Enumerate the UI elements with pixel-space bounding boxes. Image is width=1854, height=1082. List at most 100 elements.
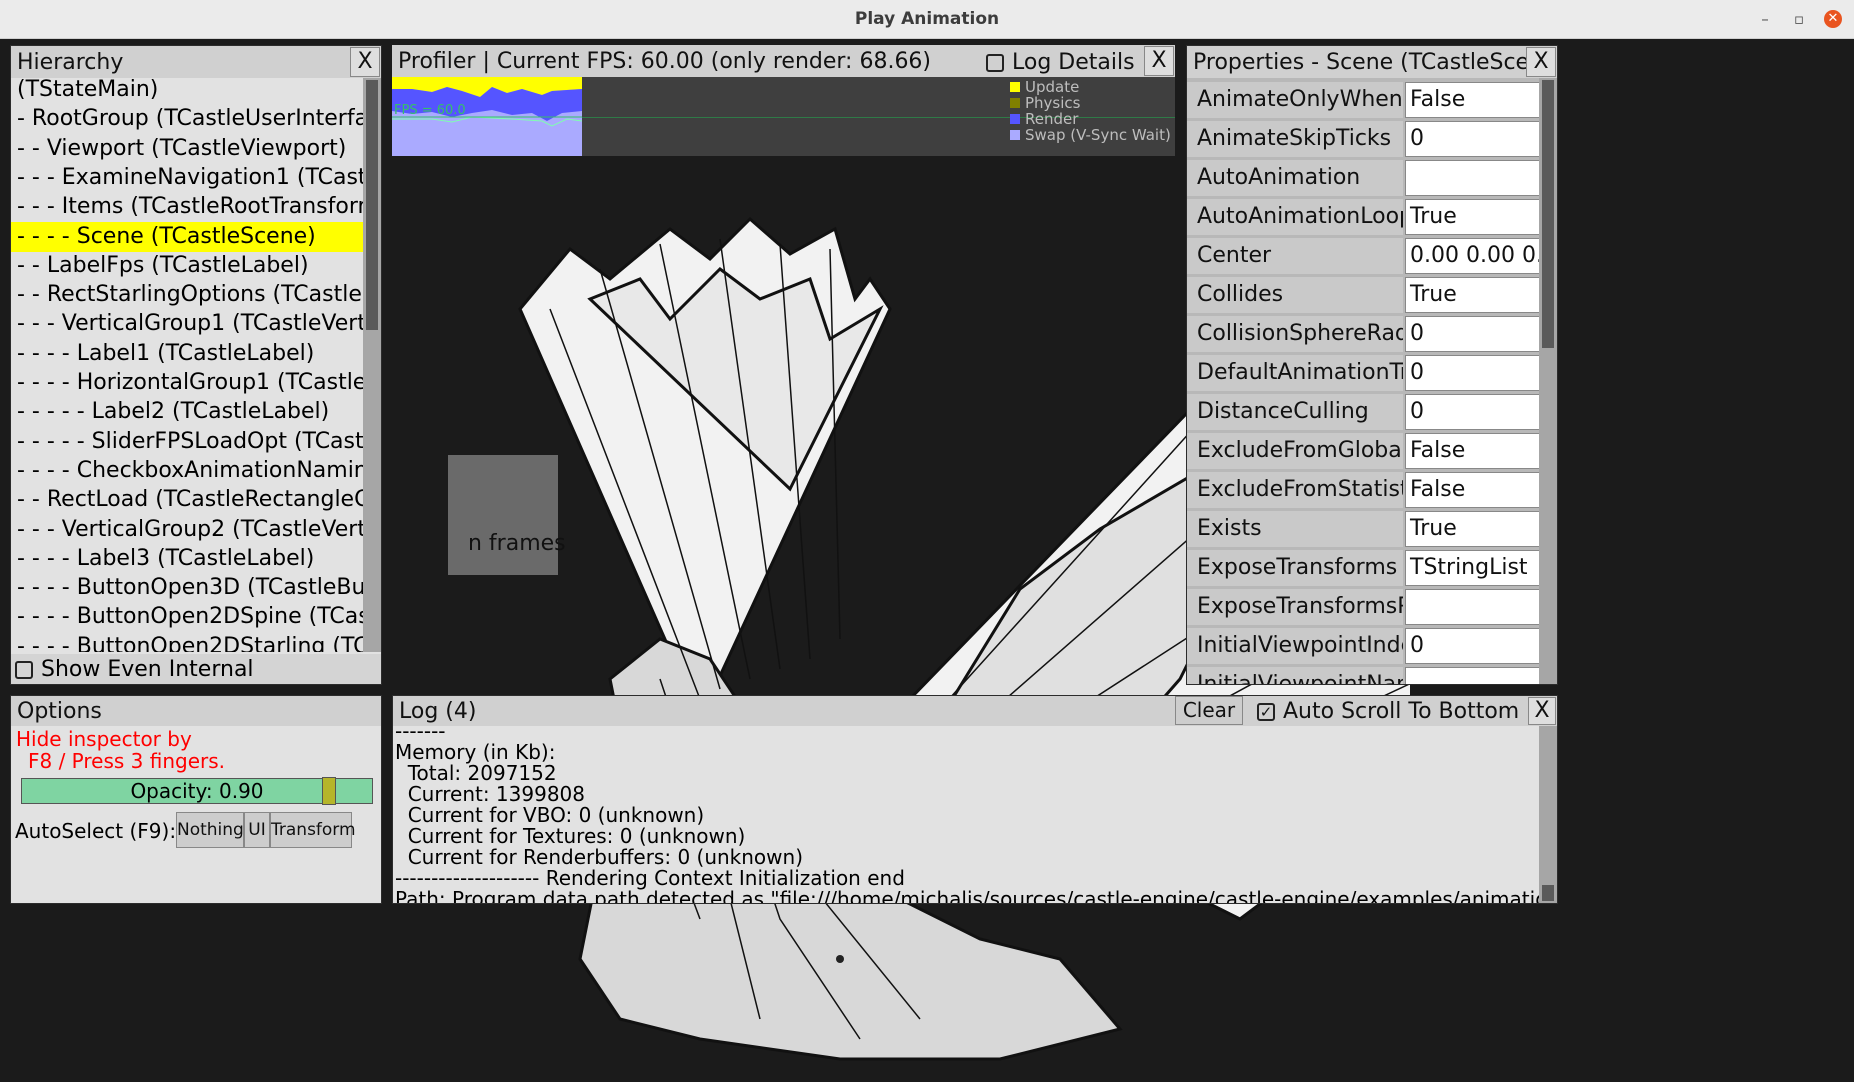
properties-list: AnimateOnlyWhenVisibleFalseAnimateSkipTi… xyxy=(1187,78,1539,684)
hierarchy-title: Hierarchy xyxy=(17,50,124,75)
properties-close-button[interactable]: X xyxy=(1526,47,1556,77)
property-value-field[interactable]: 0 xyxy=(1405,394,1539,430)
log-line: Path: Program data path detected as "fil… xyxy=(395,887,1539,903)
auto-scroll-label: Auto Scroll To Bottom xyxy=(1283,699,1520,724)
maximize-icon[interactable]: ▫ xyxy=(1790,10,1808,28)
property-name: InitialViewpointName xyxy=(1187,667,1403,684)
legend-entry: Render xyxy=(1010,111,1078,127)
property-name: Center xyxy=(1187,238,1403,274)
property-name: ExposeTransforms xyxy=(1187,550,1403,586)
properties-title: Properties - Scene (TCastleScene) xyxy=(1193,50,1558,75)
log-line: -------------------- Rendering Context I… xyxy=(395,866,905,890)
property-value-field[interactable]: False xyxy=(1405,433,1539,469)
options-body: Hide inspector by F8 / Press 3 fingers. … xyxy=(11,726,381,903)
opacity-slider-thumb[interactable] xyxy=(322,777,337,805)
hierarchy-item[interactable]: - - RectLoad (TCastleRectangleControl) xyxy=(11,485,363,515)
opacity-label: Opacity: 0.90 xyxy=(130,779,264,803)
window-title: Play Animation xyxy=(854,9,1000,29)
profiler-graph: FPS = 60.0 xyxy=(392,77,582,156)
log-line: Current for VBO: 0 (unknown) xyxy=(395,803,705,827)
hint-line-1: Hide inspector by xyxy=(16,727,192,751)
hierarchy-item[interactable]: - - - - ButtonOpen2DStarling (TCastleBut… xyxy=(11,632,363,652)
property-name: Collides xyxy=(1187,277,1403,313)
property-value-field[interactable]: 0 xyxy=(1405,628,1539,664)
property-value-field[interactable]: 0.00 0.00 0.00 xyxy=(1405,238,1539,274)
property-value-field[interactable]: 0 xyxy=(1405,316,1539,352)
profiler-close-button[interactable]: X xyxy=(1144,46,1174,76)
hierarchy-item[interactable]: - - LabelFps (TCastleLabel) xyxy=(11,251,363,281)
properties-scroll-thumb[interactable] xyxy=(1542,80,1554,348)
opacity-slider[interactable]: Opacity: 0.90 xyxy=(21,777,373,805)
profiler-title: Profiler | Current FPS: 60.00 (only rend… xyxy=(398,49,932,74)
log-line: Memory (in Kb): xyxy=(395,740,556,764)
property-value-field[interactable] xyxy=(1405,160,1539,196)
log-scrollbar[interactable] xyxy=(1539,726,1557,903)
hierarchy-item[interactable]: - RootGroup (TCastleUserInterface) xyxy=(11,104,363,134)
auto-scroll-check-icon[interactable]: ✓ xyxy=(1257,703,1275,721)
minimize-icon[interactable]: – xyxy=(1756,10,1774,28)
hierarchy-item[interactable]: - - - - Label3 (TCastleLabel) xyxy=(11,544,363,574)
property-name: AutoAnimationLoop xyxy=(1187,199,1403,235)
properties-panel: Properties - Scene (TCastleScene) X Anim… xyxy=(1186,45,1558,685)
hierarchy-item[interactable]: - - - VerticalGroup1 (TCastleVerticalGro… xyxy=(11,309,363,339)
property-value-field[interactable]: False xyxy=(1405,82,1539,118)
property-value-field[interactable]: TStringList xyxy=(1405,550,1539,586)
property-name: ExcludeFromStatistics xyxy=(1187,472,1403,508)
log-scroll-thumb[interactable] xyxy=(1542,885,1554,901)
hierarchy-close-button[interactable]: X xyxy=(350,47,380,77)
hierarchy-item[interactable]: - - - - HorizontalGroup1 (TCastleHorizon… xyxy=(11,368,363,398)
property-name: AnimateOnlyWhenVisible xyxy=(1187,82,1403,118)
property-value-field[interactable]: True xyxy=(1405,511,1539,547)
log-close-button[interactable]: X xyxy=(1528,697,1556,725)
hierarchy-item[interactable]: - - Viewport (TCastleViewport) xyxy=(11,134,363,164)
properties-scrollbar[interactable] xyxy=(1539,78,1557,684)
hierarchy-item[interactable]: - - - - CheckboxAnimationNamingLoad (TCa… xyxy=(11,456,363,486)
hierarchy-item[interactable]: - - - - - Label2 (TCastleLabel) xyxy=(11,397,363,427)
autoselect-transform-button[interactable]: Transform xyxy=(270,812,356,848)
property-name: Exists xyxy=(1187,511,1403,547)
hierarchy-item[interactable]: - - - - Label1 (TCastleLabel) xyxy=(11,339,363,369)
property-value-field[interactable]: 0 xyxy=(1405,355,1539,391)
hierarchy-scrollbar[interactable] xyxy=(363,78,381,652)
profiler-panel: Profiler | Current FPS: 60.00 (only rend… xyxy=(392,45,1175,156)
hierarchy-item[interactable]: - - - VerticalGroup2 (TCastleVerticalGro… xyxy=(11,515,363,545)
hierarchy-item[interactable]: - - - - ButtonOpen3D (TCastleButton) xyxy=(11,573,363,603)
property-value-field[interactable]: True xyxy=(1405,277,1539,313)
property-value-field[interactable]: True xyxy=(1405,199,1539,235)
options-title: Options xyxy=(17,699,102,724)
log-line: Current for Renderbuffers: 0 (unknown) xyxy=(395,845,804,869)
autoselect-ui-button[interactable]: UI xyxy=(244,812,270,848)
autoselect-nothing-button[interactable]: Nothing xyxy=(176,812,244,848)
log-title: Log (4) xyxy=(399,699,477,724)
property-row: InitialViewpointName xyxy=(1187,667,1539,684)
legend-entry: Update xyxy=(1010,79,1079,95)
hierarchy-item[interactable]: - - - ExamineNavigation1 (TCastleExamine… xyxy=(11,163,363,193)
auto-scroll-checkbox[interactable]: ✓ Auto Scroll To Bottom xyxy=(1257,699,1519,724)
hierarchy-item[interactable]: - - RectStarlingOptions (TCastleRectangl… xyxy=(11,280,363,310)
property-value-field[interactable]: False xyxy=(1405,472,1539,508)
legend-swatch xyxy=(1010,98,1020,108)
log-clear-button[interactable]: Clear xyxy=(1175,696,1243,725)
hierarchy-item[interactable]: - - - - Scene (TCastleScene) xyxy=(11,221,363,252)
hierarchy-item[interactable]: - - - - - SliderFPSLoadOpt (TCastleFloat… xyxy=(11,427,363,457)
property-value-field[interactable] xyxy=(1405,667,1539,684)
properties-header: Properties - Scene (TCastleScene) X xyxy=(1187,46,1557,78)
log-header: Log (4) Clear ✓ Auto Scroll To Bottom X xyxy=(393,696,1557,726)
hierarchy-scroll-thumb[interactable] xyxy=(366,80,378,330)
close-icon[interactable]: ✕ xyxy=(1824,10,1842,28)
hierarchy-panel: Hierarchy X (TStateMain) - RootGroup (TCa… xyxy=(10,45,382,685)
options-panel: Options Hide inspector by F8 / Press 3 f… xyxy=(10,695,382,904)
property-name: ExposeTransformsPrefix xyxy=(1187,589,1403,625)
hierarchy-item[interactable]: - - - - ButtonOpen2DSpine (TCastleButton… xyxy=(11,602,363,632)
show-internal-checkbox[interactable]: Show Even Internal xyxy=(11,654,381,684)
hierarchy-item[interactable]: (TStateMain) xyxy=(11,78,363,105)
log-details-label: Log Details xyxy=(1012,50,1135,75)
hierarchy-item[interactable]: - - - Items (TCastleRootTransform) xyxy=(11,192,363,222)
property-value-field[interactable]: 0 xyxy=(1405,121,1539,157)
show-internal-check-icon[interactable] xyxy=(15,661,33,679)
hint-line-2: F8 / Press 3 fingers. xyxy=(28,749,226,773)
log-details-checkbox[interactable]: Log Details xyxy=(986,50,1135,75)
log-details-check-icon[interactable] xyxy=(986,54,1004,72)
property-value-field[interactable] xyxy=(1405,589,1539,625)
autoselect-label: AutoSelect (F9): xyxy=(15,819,177,843)
